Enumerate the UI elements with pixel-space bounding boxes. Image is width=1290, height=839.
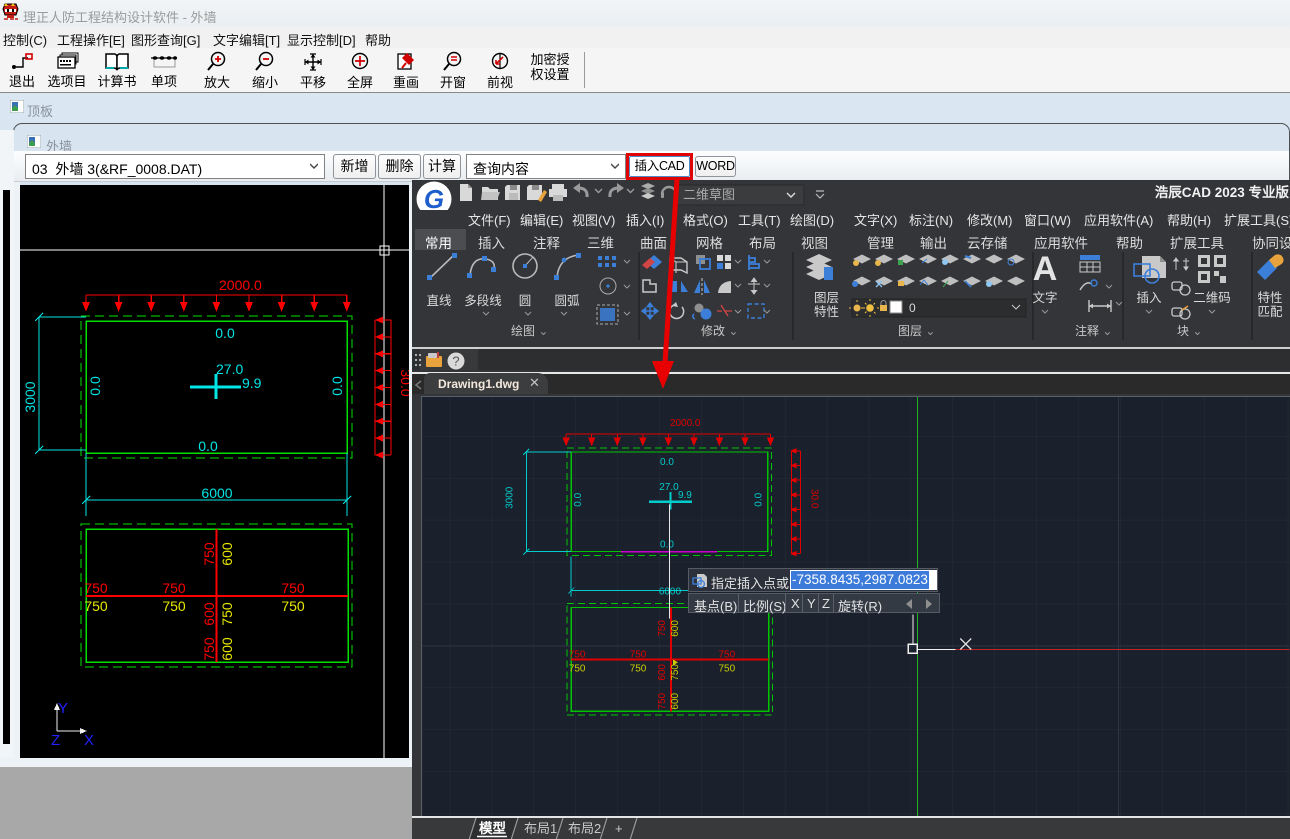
svg-text:750: 750 bbox=[162, 580, 186, 596]
svg-text:Z: Z bbox=[51, 732, 60, 749]
svg-text:多段线: 多段线 bbox=[464, 293, 502, 308]
svg-text:750: 750 bbox=[84, 580, 108, 596]
svg-text:750: 750 bbox=[630, 663, 647, 674]
svg-text:特性: 特性 bbox=[814, 304, 839, 319]
svg-text:600: 600 bbox=[670, 620, 681, 637]
svg-text:圆弧: 圆弧 bbox=[554, 294, 580, 308]
svg-text:匹配: 匹配 bbox=[1257, 305, 1283, 319]
svg-text:30.0: 30.0 bbox=[398, 369, 409, 396]
svg-text:图层: 图层 bbox=[814, 291, 839, 305]
svg-text:750: 750 bbox=[569, 663, 586, 674]
svg-text:圆: 圆 bbox=[519, 294, 532, 308]
svg-text:750: 750 bbox=[630, 649, 647, 660]
svg-text:0.0: 0.0 bbox=[754, 492, 765, 506]
svg-text:750: 750 bbox=[201, 637, 217, 661]
svg-text:2000.0: 2000.0 bbox=[670, 418, 701, 429]
svg-text:0.0: 0.0 bbox=[215, 325, 235, 341]
svg-text:文字: 文字 bbox=[1032, 290, 1057, 305]
svg-text:0: 0 bbox=[909, 301, 916, 315]
svg-text:30.0: 30.0 bbox=[809, 489, 820, 509]
svg-text:0.0: 0.0 bbox=[660, 540, 674, 551]
svg-text:27.0: 27.0 bbox=[216, 361, 243, 377]
svg-text:750: 750 bbox=[670, 664, 681, 681]
svg-text:600: 600 bbox=[201, 602, 217, 626]
svg-text:2000.0: 2000.0 bbox=[219, 277, 262, 293]
svg-text:Y: Y bbox=[58, 700, 68, 717]
svg-text:直线: 直线 bbox=[426, 294, 452, 308]
svg-text:750: 750 bbox=[718, 663, 735, 674]
svg-text:600: 600 bbox=[657, 664, 668, 681]
svg-text:特性: 特性 bbox=[1257, 290, 1282, 305]
svg-text:0.0: 0.0 bbox=[329, 376, 345, 396]
svg-text:600: 600 bbox=[670, 693, 681, 710]
svg-text:27.0: 27.0 bbox=[659, 482, 679, 493]
svg-text:750: 750 bbox=[84, 598, 108, 614]
svg-text:750: 750 bbox=[219, 602, 235, 626]
svg-text:9.9: 9.9 bbox=[678, 490, 692, 501]
svg-text:750: 750 bbox=[657, 620, 668, 637]
svg-text:6000: 6000 bbox=[201, 485, 232, 501]
svg-text:3000: 3000 bbox=[22, 381, 38, 412]
svg-text:750: 750 bbox=[718, 649, 735, 660]
svg-text:600: 600 bbox=[219, 637, 235, 661]
svg-text:0.0: 0.0 bbox=[87, 376, 103, 396]
svg-text:布局2: 布局2 bbox=[568, 821, 601, 836]
svg-text:750: 750 bbox=[569, 649, 586, 660]
svg-text:X: X bbox=[84, 732, 94, 749]
svg-text:750: 750 bbox=[281, 598, 305, 614]
svg-text:3000: 3000 bbox=[504, 486, 515, 509]
svg-text:A: A bbox=[1033, 250, 1058, 288]
svg-text:750: 750 bbox=[657, 693, 668, 710]
svg-text:二维码: 二维码 bbox=[1193, 291, 1231, 305]
svg-text:浩辰CAD 2023 专业版: 浩辰CAD 2023 专业版 bbox=[1155, 184, 1290, 200]
svg-text:750: 750 bbox=[201, 542, 217, 566]
svg-text:6000: 6000 bbox=[659, 587, 682, 598]
svg-text:?: ? bbox=[452, 354, 459, 369]
svg-text:+: + bbox=[615, 821, 623, 836]
svg-text:0.0: 0.0 bbox=[198, 438, 218, 454]
svg-text:750: 750 bbox=[281, 580, 305, 596]
svg-text:0.0: 0.0 bbox=[660, 457, 674, 468]
svg-text:布局1: 布局1 bbox=[524, 821, 557, 836]
svg-text:二维草图: 二维草图 bbox=[683, 187, 735, 202]
svg-text:0.0: 0.0 bbox=[573, 492, 584, 506]
svg-text:9.9: 9.9 bbox=[242, 375, 262, 391]
svg-text:G: G bbox=[424, 184, 444, 210]
svg-text:插入: 插入 bbox=[1136, 291, 1162, 305]
svg-text:750: 750 bbox=[162, 598, 186, 614]
svg-text:模型: 模型 bbox=[479, 820, 506, 836]
svg-text:600: 600 bbox=[219, 542, 235, 566]
